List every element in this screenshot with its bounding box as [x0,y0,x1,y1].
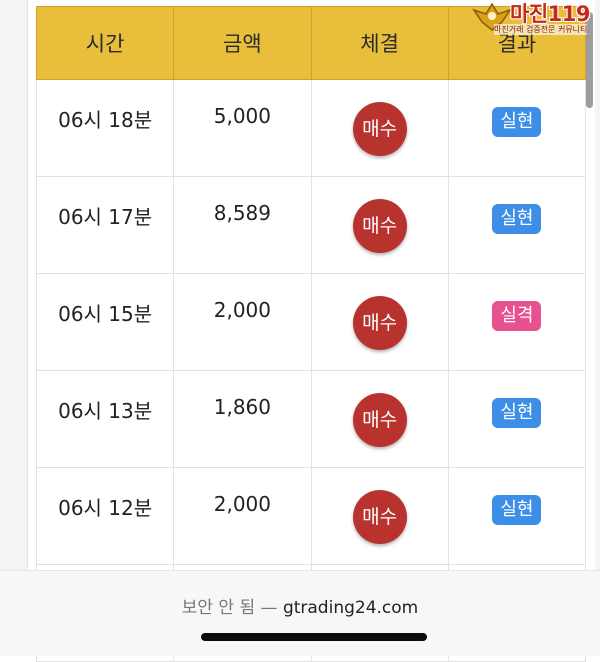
row-amount: 8,589 [173,176,312,274]
buy-button[interactable]: 매수 [352,102,407,156]
result-badge: 실현 [492,495,542,525]
row-fill-cell: 매수 [310,467,449,565]
header-time: 시간 [35,6,175,80]
row-amount: 2,000 [173,467,312,565]
header-fill: 체결 [310,6,449,80]
watermark-tagline: 마진거래 검증전문 커뮤니티 [494,24,588,35]
table-row: 06시 17분 8,589 매수 실현 [35,176,587,274]
row-amount: 2,000 [173,273,312,371]
security-label: 보안 안 됨 [181,598,256,618]
row-time: 06시 15분 [35,273,175,371]
row-amount: 5,000 [173,79,312,177]
watermark-logo: 마진119 마진거래 검증전문 커뮤니티 [470,0,594,38]
row-result-cell: 실현 [447,467,587,565]
table-row: 06시 12분 2,000 매수 실현 [35,467,587,565]
result-badge: 실현 [492,107,542,137]
row-time: 06시 17분 [35,176,175,274]
row-result-cell: 실격 [447,273,587,371]
result-badge: 실현 [492,398,542,428]
row-time: 06시 18분 [35,79,175,177]
url-domain: gtrading24.com [282,598,419,618]
page-background: 시간 금액 체결 결과 06시 18분 5,000 매수 실현 06시 17분 … [0,0,600,662]
table-row: 06시 13분 1,860 매수 실현 [35,370,587,468]
row-fill-cell: 매수 [310,370,449,468]
buy-button[interactable]: 매수 [352,490,407,544]
header-amount: 금액 [173,6,312,80]
buy-button[interactable]: 매수 [352,296,407,350]
buy-button[interactable]: 매수 [352,393,407,447]
row-amount: 1,860 [173,370,312,468]
row-result-cell: 실현 [447,79,587,177]
table-row: 06시 15분 2,000 매수 실격 [35,273,587,371]
buy-button[interactable]: 매수 [352,199,407,253]
result-badge: 실현 [492,204,542,234]
trade-history-table: 시간 금액 체결 결과 06시 18분 5,000 매수 실현 06시 17분 … [35,6,587,662]
table-row: 06시 18분 5,000 매수 실현 [35,79,587,177]
row-fill-cell: 매수 [310,176,449,274]
browser-bottom-bar: 보안 안 됨 — gtrading24.com [0,570,600,656]
row-result-cell: 실현 [447,176,587,274]
row-result-cell: 실현 [447,370,587,468]
row-time: 06시 13분 [35,370,175,468]
row-fill-cell: 매수 [310,79,449,177]
url-separator: — [260,598,278,618]
result-badge: 실격 [492,301,542,331]
row-fill-cell: 매수 [310,273,449,371]
row-time: 06시 12분 [35,467,175,565]
address-bar[interactable]: 보안 안 됨 — gtrading24.com [0,593,600,618]
home-indicator[interactable] [201,633,427,641]
